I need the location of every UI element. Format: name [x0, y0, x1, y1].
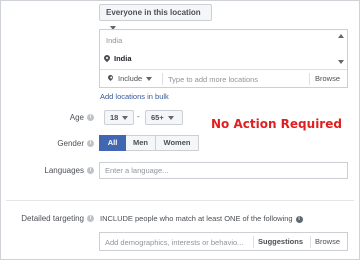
location-item-label: India	[114, 54, 132, 63]
scroll-up-icon[interactable]	[338, 34, 344, 38]
gender-label: Gender	[57, 139, 84, 148]
no-action-annotation: No Action Required	[211, 117, 342, 131]
location-box: India India Include Browse	[99, 29, 348, 88]
info-icon[interactable]: i	[87, 114, 94, 122]
language-input[interactable]	[99, 162, 348, 179]
languages-label: Languages	[44, 166, 84, 175]
detailed-targeting-input[interactable]	[105, 236, 250, 248]
location-browse-button[interactable]: Browse	[315, 73, 340, 85]
age-label: Age	[69, 113, 84, 122]
location-input-row: Include Browse	[100, 69, 347, 87]
age-label-row: Age i	[50, 113, 94, 122]
age-min-value: 18	[110, 113, 119, 122]
location-item-india[interactable]: India	[102, 53, 132, 63]
location-type-label: Everyone in this location	[106, 8, 201, 17]
location-search-input[interactable]	[168, 73, 303, 85]
divider	[310, 236, 311, 248]
gender-men-button[interactable]: Men	[126, 135, 156, 151]
gender-label-row: Gender i	[40, 139, 94, 148]
include-criteria-text-row: INCLUDE people who match at least ONE of…	[100, 214, 303, 223]
age-separator: -	[137, 112, 140, 121]
detailed-targeting-label-row: Detailed targeting i	[4, 214, 94, 223]
detailed-targeting-label: Detailed targeting	[21, 214, 84, 223]
gender-button-group: All Men Women	[99, 135, 199, 151]
section-divider	[6, 200, 354, 201]
age-max-value: 65+	[151, 113, 164, 122]
languages-label-row: Languages i	[20, 166, 94, 175]
info-icon[interactable]: i	[87, 167, 94, 175]
location-type-dropdown[interactable]: Everyone in this location	[99, 4, 212, 30]
include-label: Include	[118, 74, 143, 83]
detailed-targeting-box: Suggestions Browse	[99, 232, 348, 251]
age-max-select[interactable]: 65+	[145, 110, 183, 125]
age-min-select[interactable]: 18	[104, 110, 134, 125]
divider	[162, 73, 163, 85]
include-exclude-dropdown[interactable]: Include	[106, 72, 153, 85]
location-country-header: India	[106, 36, 123, 45]
gender-all-button[interactable]: All	[99, 135, 126, 151]
info-icon[interactable]: i	[87, 140, 94, 148]
chevron-down-icon	[167, 116, 174, 121]
divider	[253, 236, 254, 248]
chevron-down-icon	[146, 77, 153, 82]
add-locations-bulk-link[interactable]: Add locations in bulk	[100, 92, 169, 101]
include-criteria-text: INCLUDE people who match at least ONE of…	[100, 214, 293, 223]
divider	[309, 73, 310, 85]
scroll-down-icon[interactable]	[338, 60, 344, 64]
gender-women-button[interactable]: Women	[156, 135, 199, 151]
info-icon[interactable]: i	[87, 215, 94, 223]
suggestions-button[interactable]: Suggestions	[258, 236, 303, 248]
detailed-targeting-browse-button[interactable]: Browse	[315, 236, 340, 248]
location-pin-icon	[102, 53, 112, 63]
info-icon[interactable]: i	[295, 215, 303, 223]
chevron-down-icon	[122, 116, 129, 121]
location-pin-icon	[106, 73, 115, 82]
